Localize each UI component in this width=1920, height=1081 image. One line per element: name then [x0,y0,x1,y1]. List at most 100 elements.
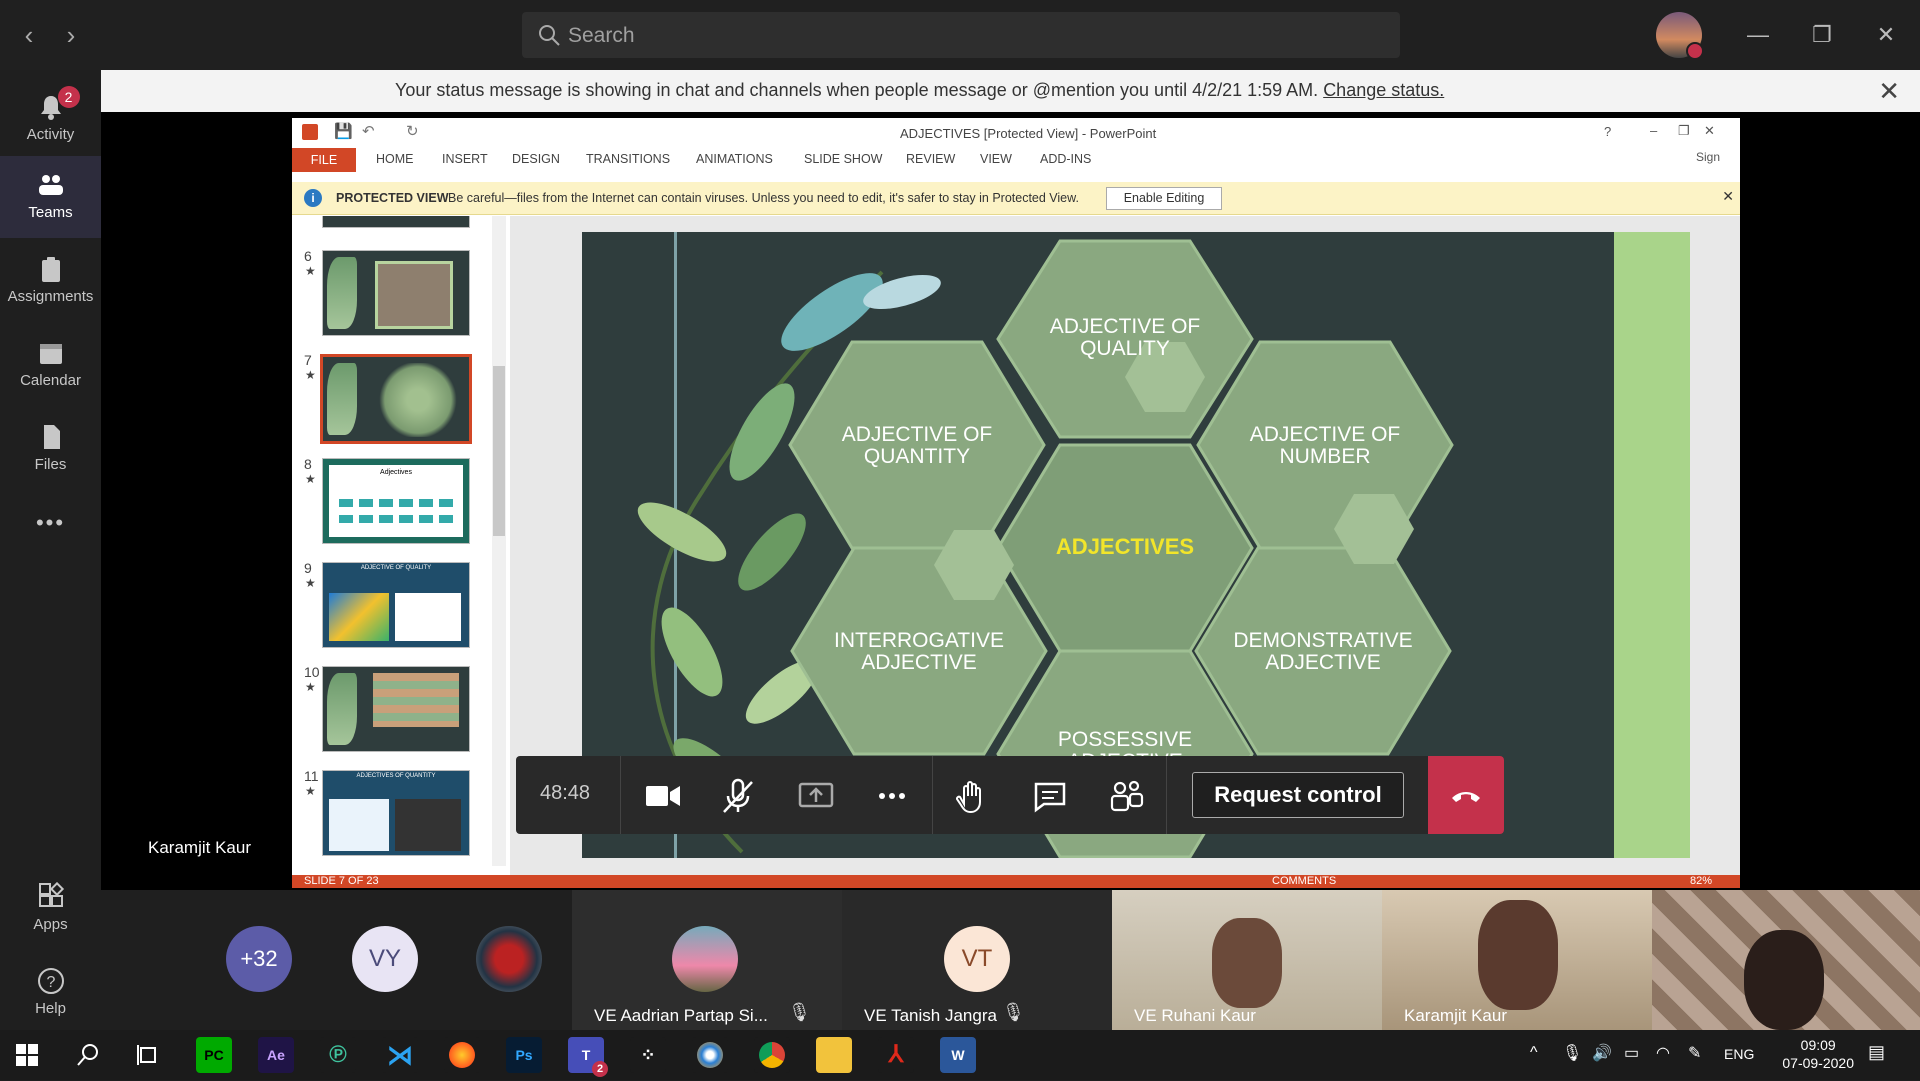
slide-thumbnail[interactable] [322,216,470,228]
rail-help[interactable]: ? Help [0,952,101,1034]
animation-star-icon: ★ [305,472,316,486]
app-icon[interactable]: ⁘ [630,1037,666,1073]
participant-video-tile[interactable] [1652,890,1920,1030]
change-status-link[interactable]: Change status. [1323,80,1444,100]
chrome-app-icon[interactable] [754,1037,790,1073]
tab-add-ins[interactable]: ADD-INS [1040,152,1091,166]
svg-text:?: ? [46,974,55,991]
language-indicator[interactable]: ENG [1724,1046,1754,1062]
participant-tile[interactable]: VT VE Tanish Jangra 🎙 [842,890,1112,1030]
assignments-icon [36,254,66,284]
tab-review[interactable]: REVIEW [906,152,955,166]
hang-up-button[interactable] [1428,756,1504,834]
zoom-level[interactable]: 82% [1690,875,1712,887]
back-arrow-icon[interactable]: ‹ [14,20,44,50]
notifications-icon[interactable]: ▤ [1868,1042,1885,1063]
restore-icon[interactable]: ❐ [1802,18,1842,52]
thumbnail-scrollbar[interactable] [492,216,506,866]
app-icon[interactable] [692,1037,728,1073]
slide-thumbnail[interactable]: ADJECTIVE OF QUALITY [322,562,470,648]
forward-arrow-icon[interactable]: › [56,20,86,50]
call-timer: 48:48 [540,782,591,804]
pen-icon[interactable]: ✎ [1688,1043,1701,1063]
slide-thumbnail[interactable]: ADJECTIVES OF QUANTITY [322,770,470,856]
redo-icon[interactable]: ↻ [406,122,419,140]
tab-insert[interactable]: INSERT [442,152,488,166]
slide-thumbnail[interactable] [322,250,470,336]
save-icon[interactable]: 💾 [334,122,353,140]
close-icon[interactable]: ✕ [1722,188,1734,205]
share-screen-icon[interactable] [794,774,838,818]
microphone-icon[interactable]: 🎙 [1562,1043,1582,1063]
search-placeholder: Search [568,24,635,47]
task-view-icon[interactable] [136,1043,160,1067]
tab-animations[interactable]: ANIMATIONS [696,152,773,166]
more-actions-icon[interactable] [870,774,914,818]
raise-hand-icon[interactable] [950,774,994,818]
more-apps-icon[interactable]: ••• [0,510,101,560]
wifi-icon[interactable]: ◠ [1656,1043,1670,1063]
participants-icon[interactable] [1104,774,1148,818]
show-hidden-icons-icon[interactable]: ^ [1530,1044,1538,1062]
mic-muted-icon[interactable] [716,774,760,818]
participant-tile[interactable]: VE Aadrian Partap Si... 🎙 [572,890,842,1030]
tab-view[interactable]: VIEW [980,152,1012,166]
help-icon[interactable]: ? [1604,124,1611,139]
participant-avatar[interactable]: VY [352,926,418,992]
rail-apps[interactable]: Apps [0,868,101,950]
firefox-app-icon[interactable] [444,1037,480,1073]
battery-icon[interactable]: ▭ [1624,1043,1639,1063]
tab-transitions[interactable]: TRANSITIONS [586,152,670,166]
animation-star-icon: ★ [305,680,316,694]
search-box[interactable]: Search [522,12,1400,58]
protected-view-message: Be careful—files from the Internet can c… [448,191,1079,205]
photoshop-app-icon[interactable]: Ps [506,1037,542,1073]
participant-avatar-image[interactable] [476,926,542,992]
vscode-app-icon[interactable]: ⋊ [382,1037,418,1073]
request-control-button[interactable]: Request control [1192,772,1404,818]
acrobat-app-icon[interactable]: ⅄ [878,1037,914,1073]
rail-teams[interactable]: Teams [0,156,101,238]
after-effects-app-icon[interactable]: Ae [258,1037,294,1073]
teams-app-icon[interactable]: T 2 [568,1037,608,1077]
pycharm-app-icon[interactable]: PC [196,1037,232,1073]
minimize-icon[interactable]: — [1738,18,1778,52]
windows-start-icon[interactable] [16,1044,38,1066]
system-clock[interactable]: 09:09 07-09-2020 [1782,1036,1854,1072]
close-icon[interactable]: ✕ [1704,123,1715,139]
tab-file[interactable]: FILE [292,148,356,172]
slide-thumbnail[interactable]: Adjectives [322,458,470,544]
close-icon[interactable]: ✕ [1866,18,1906,52]
user-avatar[interactable] [1656,12,1704,60]
enable-editing-button[interactable]: Enable Editing [1106,187,1222,210]
slide-thumbnail[interactable] [322,666,470,752]
minimize-icon[interactable]: – [1650,123,1657,138]
scrollbar-thumb[interactable] [493,366,505,536]
chat-icon[interactable] [1028,774,1072,818]
volume-icon[interactable]: 🔊 [1592,1043,1612,1063]
restore-icon[interactable]: ❐ [1678,123,1690,139]
undo-icon[interactable]: ↶ [362,122,375,140]
participant-video-tile[interactable]: VE Ruhani Kaur [1112,890,1382,1030]
slide-thumbnail-selected[interactable] [320,354,472,444]
rail-assignments[interactable]: Assignments [0,240,101,322]
tab-slide-show[interactable]: SLIDE SHOW [804,152,883,166]
file-explorer-app-icon[interactable] [816,1037,852,1073]
slide-number: 9 [304,560,312,576]
rail-activity[interactable]: 2 Activity [0,78,101,160]
rail-calendar[interactable]: Calendar [0,324,101,406]
participant-video-tile[interactable]: Karamjit Kaur [1382,890,1652,1030]
teams-icon [36,170,66,200]
rail-files[interactable]: Files [0,408,101,490]
banner-close-icon[interactable]: ✕ [1878,76,1900,107]
calendar-icon [36,338,66,368]
camera-icon[interactable] [640,774,684,818]
tab-home[interactable]: HOME [376,152,414,166]
overflow-participants-button[interactable]: +32 [226,926,292,992]
comments-button[interactable]: COMMENTS [1272,875,1336,887]
tab-design[interactable]: DESIGN [512,152,560,166]
search-icon[interactable] [76,1043,100,1067]
search-icon [539,25,560,46]
app-icon[interactable]: ℗ [320,1037,356,1073]
word-app-icon[interactable]: W [940,1037,976,1073]
